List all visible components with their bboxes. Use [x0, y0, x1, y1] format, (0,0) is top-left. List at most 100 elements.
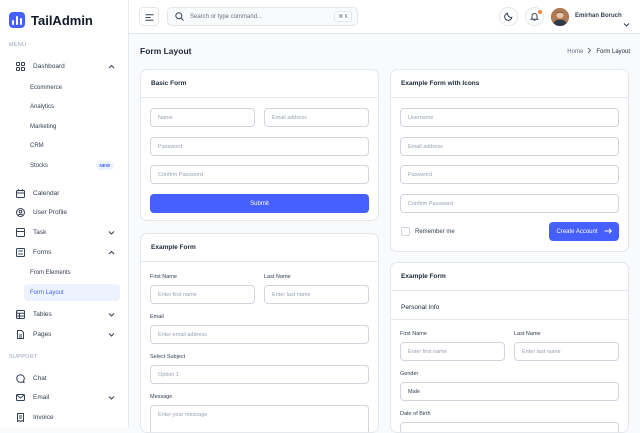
sidebar-item-label: Forms	[33, 248, 52, 256]
breadcrumb: Home Form Layout	[567, 47, 630, 56]
notification-dot	[538, 10, 542, 14]
sidebar-item-label: Calendar	[33, 189, 60, 197]
username-input[interactable]: Username	[400, 108, 619, 127]
sidebar-sub-form-layout[interactable]: Form Layout	[24, 284, 120, 301]
chevron-down-icon	[108, 230, 115, 235]
chevron-up-icon	[108, 64, 115, 69]
sidebar-sub-marketing[interactable]: Marketing	[24, 118, 120, 135]
page-icon	[13, 329, 27, 339]
sidebar-sub-analytics[interactable]: Analytics	[24, 98, 120, 115]
logo[interactable]: TailAdmin	[9, 12, 93, 28]
email-input[interactable]: Enter email address	[150, 325, 369, 344]
moon-icon	[504, 8, 513, 26]
sidebar-sub-form-elements[interactable]: From Elements	[24, 264, 120, 281]
search-placeholder: Search or type command...	[190, 13, 263, 20]
last-name-input[interactable]: Enter last name	[264, 285, 369, 304]
app-name: TailAdmin	[31, 12, 93, 28]
chevron-right-icon	[587, 47, 592, 56]
sidebar-item-label: User Profile	[33, 208, 67, 216]
theme-toggle-button[interactable]	[499, 7, 518, 26]
card-title: Example Form with Icons	[391, 70, 628, 98]
breadcrumb-home[interactable]: Home	[567, 49, 583, 55]
sidebar-item-email[interactable]: Email	[9, 388, 121, 406]
task-icon	[13, 227, 27, 237]
sidebar-sub-label: Stocks	[30, 162, 49, 169]
sidebar-sub-ecommerce[interactable]: Ecommerce	[24, 79, 120, 96]
breadcrumb-current: Form Layout	[596, 48, 630, 55]
sidebar-item-user-profile[interactable]: User Profile	[9, 203, 121, 221]
logo-icon	[9, 12, 25, 28]
sidebar-item-label: Chat	[33, 374, 47, 382]
user-name[interactable]: Emirhan Boruch	[575, 13, 622, 19]
subject-label: Select Subject	[150, 354, 186, 360]
chevron-down-icon	[108, 395, 115, 400]
notification-button[interactable]	[525, 7, 544, 26]
sidebar-item-label: Pages	[33, 330, 52, 338]
sidebar-item-pages[interactable]: Pages	[9, 325, 121, 343]
password-input[interactable]: Password	[400, 165, 619, 184]
avatar[interactable]	[551, 8, 569, 26]
shortcut-badge: ⌘ K	[334, 11, 352, 22]
grid-icon	[13, 61, 27, 71]
chevron-down-icon	[108, 312, 115, 317]
submit-button[interactable]: Submit	[150, 194, 369, 213]
card-title: Example Form	[391, 263, 628, 291]
search-icon	[175, 8, 184, 26]
arrow-right-icon	[604, 227, 612, 236]
sidebar-item-calendar[interactable]: Calendar	[9, 184, 121, 202]
divider	[391, 319, 628, 320]
last-name-input[interactable]: Enter last name	[514, 342, 619, 361]
table-icon	[13, 309, 27, 319]
mail-icon	[13, 393, 27, 402]
sidebar-item-invoice[interactable]: Invoice	[9, 408, 121, 426]
confirm-password-input[interactable]: Confirm Password	[400, 194, 619, 213]
sidebar-item-chat[interactable]: Chat	[9, 369, 121, 387]
menu-section-title: MENU	[9, 42, 27, 48]
remember-label[interactable]: Remember me	[415, 229, 455, 235]
chat-icon	[13, 373, 27, 383]
first-name-input[interactable]: Enter first name	[150, 285, 255, 304]
chevron-down-icon	[108, 332, 115, 337]
password-input[interactable]: Password	[150, 137, 369, 156]
confirm-password-input[interactable]: Confirm Password	[150, 165, 369, 184]
search-input[interactable]: Search or type command... ⌘ K	[167, 7, 358, 26]
first-name-label: First Name	[400, 331, 427, 337]
page-title: Form Layout	[140, 46, 192, 56]
icon-form-card: Example Form with Icons Username Email a…	[390, 69, 629, 252]
card-title: Basic Form	[141, 70, 378, 98]
email-input[interactable]: Email address	[264, 108, 369, 127]
example-form-card: Example Form First Name Enter first name…	[140, 233, 379, 433]
top-header: Search or type command... ⌘ K Emirhan Bo…	[129, 0, 640, 34]
sidebar-item-label: Invoice	[33, 413, 54, 421]
invoice-icon	[13, 412, 27, 422]
sidebar-item-label: Email	[33, 393, 50, 401]
user-circle-icon	[13, 207, 27, 217]
last-name-label: Last Name	[264, 274, 291, 280]
message-textarea[interactable]: Enter your message	[150, 405, 369, 432]
sidebar-item-task[interactable]: Task	[9, 223, 121, 241]
remember-checkbox[interactable]	[401, 227, 410, 236]
first-name-input[interactable]: Enter first name	[400, 342, 505, 361]
sidebar-item-forms[interactable]: Forms	[9, 243, 121, 261]
sidebar: TailAdmin MENU Dashboard Ecommerce Analy…	[0, 0, 129, 427]
sidebar-item-dashboard[interactable]: Dashboard	[9, 57, 121, 75]
sidebar-item-label: Tables	[33, 310, 52, 318]
email-label: Email	[150, 314, 164, 320]
dob-input[interactable]	[400, 422, 619, 432]
message-label: Message	[150, 394, 173, 400]
chevron-down-icon[interactable]	[623, 14, 630, 32]
email-input[interactable]: Email address	[400, 137, 619, 156]
sidebar-sub-crm[interactable]: CRM	[24, 137, 120, 154]
card-title: Example Form	[141, 234, 378, 262]
sidebar-item-tables[interactable]: Tables	[9, 305, 121, 323]
create-account-button[interactable]: Create Account	[549, 222, 619, 241]
menu-toggle-button[interactable]	[139, 7, 159, 26]
forms-icon	[13, 247, 27, 257]
sidebar-sub-stocks[interactable]: Stocks NEW	[24, 157, 120, 174]
sidebar-item-label: Dashboard	[33, 62, 65, 70]
create-account-label: Create Account	[556, 228, 598, 235]
name-input[interactable]: Name	[150, 108, 255, 127]
subject-select[interactable]: Option 1	[150, 365, 369, 384]
support-section-title: SUPPORT	[9, 354, 38, 360]
gender-select[interactable]: Male	[400, 382, 619, 401]
